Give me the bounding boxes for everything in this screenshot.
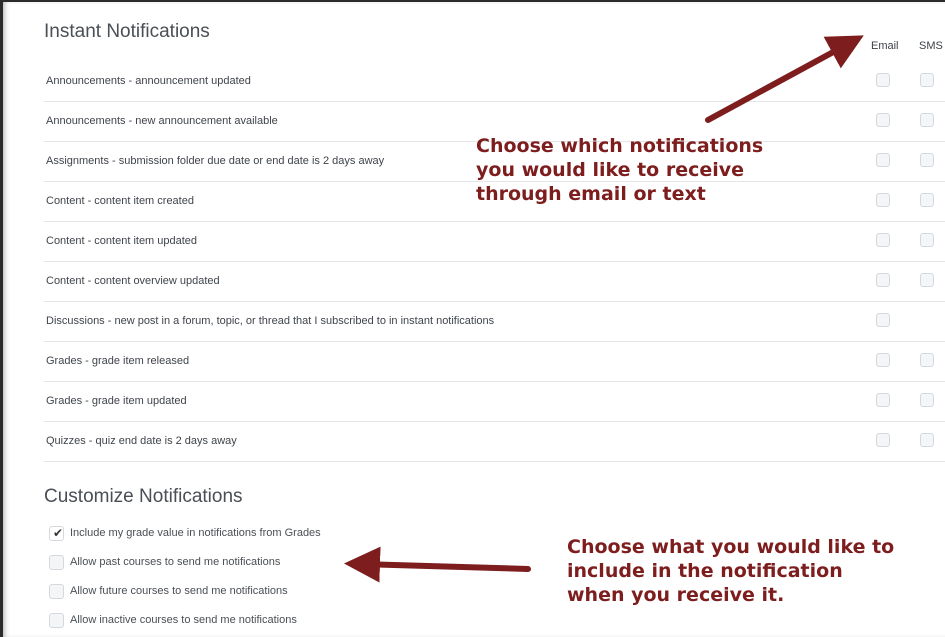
arrow-to-columns [705, 35, 864, 123]
callout-bottom-line-3: when you receive it. [567, 584, 785, 606]
callout-include-options: Choose what you would like to include in… [567, 535, 894, 607]
callout-bottom-line-1: Choose what you would like to [567, 536, 895, 558]
callout-bottom-line-2: include in the notification [567, 560, 843, 582]
callout-top-line-3: through email or text [476, 183, 706, 205]
callout-top-line-1: Choose which notifications [476, 135, 764, 157]
callout-email-text: Choose which notifications you would lik… [476, 134, 763, 206]
callout-top-line-2: you would like to receive [476, 159, 745, 181]
arrow-to-options [344, 546, 531, 583]
